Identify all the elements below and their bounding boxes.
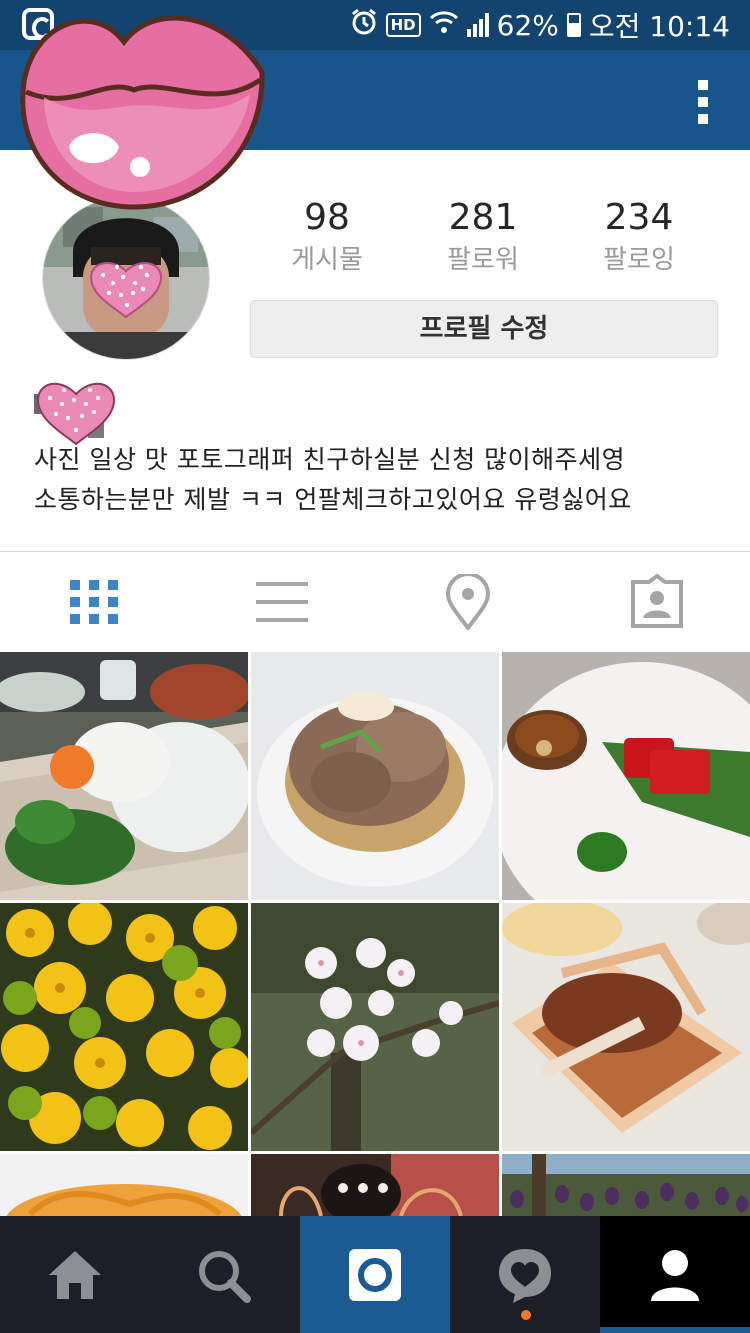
edit-profile-button[interactable]: 프로필 수정 — [250, 300, 718, 358]
grid-photo[interactable] — [0, 1154, 248, 1216]
tab-places[interactable] — [438, 572, 498, 632]
posts-label: 게시물 — [291, 245, 363, 275]
tab-tagged[interactable] — [627, 573, 687, 630]
grid-photo[interactable] — [0, 652, 248, 900]
activity-heart-icon — [499, 1248, 551, 1303]
hd-voice-icon: HD — [385, 13, 421, 37]
grid-icon — [70, 580, 118, 624]
lips-sticker — [20, 15, 265, 210]
posts-count: 98 — [304, 197, 350, 238]
followers-label: 팔로워 — [447, 245, 519, 275]
bio-line-2: 소통하는분만 제발 ㅋㅋ 언팔체크하고있어요 유령싫어요 — [34, 485, 632, 514]
profile-icon — [651, 1249, 699, 1301]
heart-sticker — [34, 382, 116, 446]
grid-photo[interactable] — [251, 652, 499, 900]
following-count: 234 — [604, 197, 674, 238]
tab-list-view[interactable] — [252, 574, 312, 630]
divider — [0, 551, 750, 552]
nav-search[interactable] — [150, 1216, 300, 1333]
profile-avatar[interactable] — [42, 196, 210, 360]
bio-line-1: 사진 일상 맛 포토그래퍼 친구하실분 신청 많이해주세영 — [34, 445, 626, 474]
stat-following[interactable]: 234 팔로잉 — [564, 196, 714, 280]
cell-signal-icon — [466, 13, 489, 37]
tab-grid-view[interactable] — [64, 574, 124, 630]
grid-photo[interactable] — [251, 1154, 499, 1216]
nav-activity[interactable] — [450, 1216, 600, 1333]
status-icons: HD 62% 오전 10:14 — [350, 6, 730, 44]
location-pin-icon — [445, 572, 491, 632]
home-icon — [49, 1250, 101, 1299]
grid-photo[interactable] — [251, 903, 499, 1151]
alarm-icon — [350, 8, 378, 43]
grid-photo[interactable] — [502, 903, 750, 1151]
search-icon — [199, 1250, 251, 1303]
stat-posts[interactable]: 98 게시물 — [252, 196, 402, 280]
battery-icon — [566, 13, 581, 37]
grid-photo[interactable] — [502, 652, 750, 900]
following-label: 팔로잉 — [603, 245, 675, 275]
tagged-photos-icon — [631, 573, 683, 628]
grid-photo[interactable] — [502, 1154, 750, 1216]
overflow-menu-icon[interactable] — [698, 80, 712, 124]
followers-count: 281 — [448, 197, 518, 238]
grid-photo[interactable] — [0, 903, 248, 1151]
stat-followers[interactable]: 281 팔로워 — [408, 196, 558, 280]
nav-profile[interactable] — [600, 1216, 750, 1333]
list-icon — [256, 582, 308, 622]
notification-dot — [521, 1310, 531, 1320]
clock: 오전 10:14 — [588, 10, 730, 43]
nav-camera[interactable] — [300, 1216, 450, 1333]
wifi-icon — [429, 9, 459, 42]
battery-percent: 62% — [496, 8, 559, 42]
bottom-navigation — [0, 1216, 750, 1333]
nav-home[interactable] — [0, 1216, 150, 1333]
camera-icon — [349, 1248, 401, 1301]
